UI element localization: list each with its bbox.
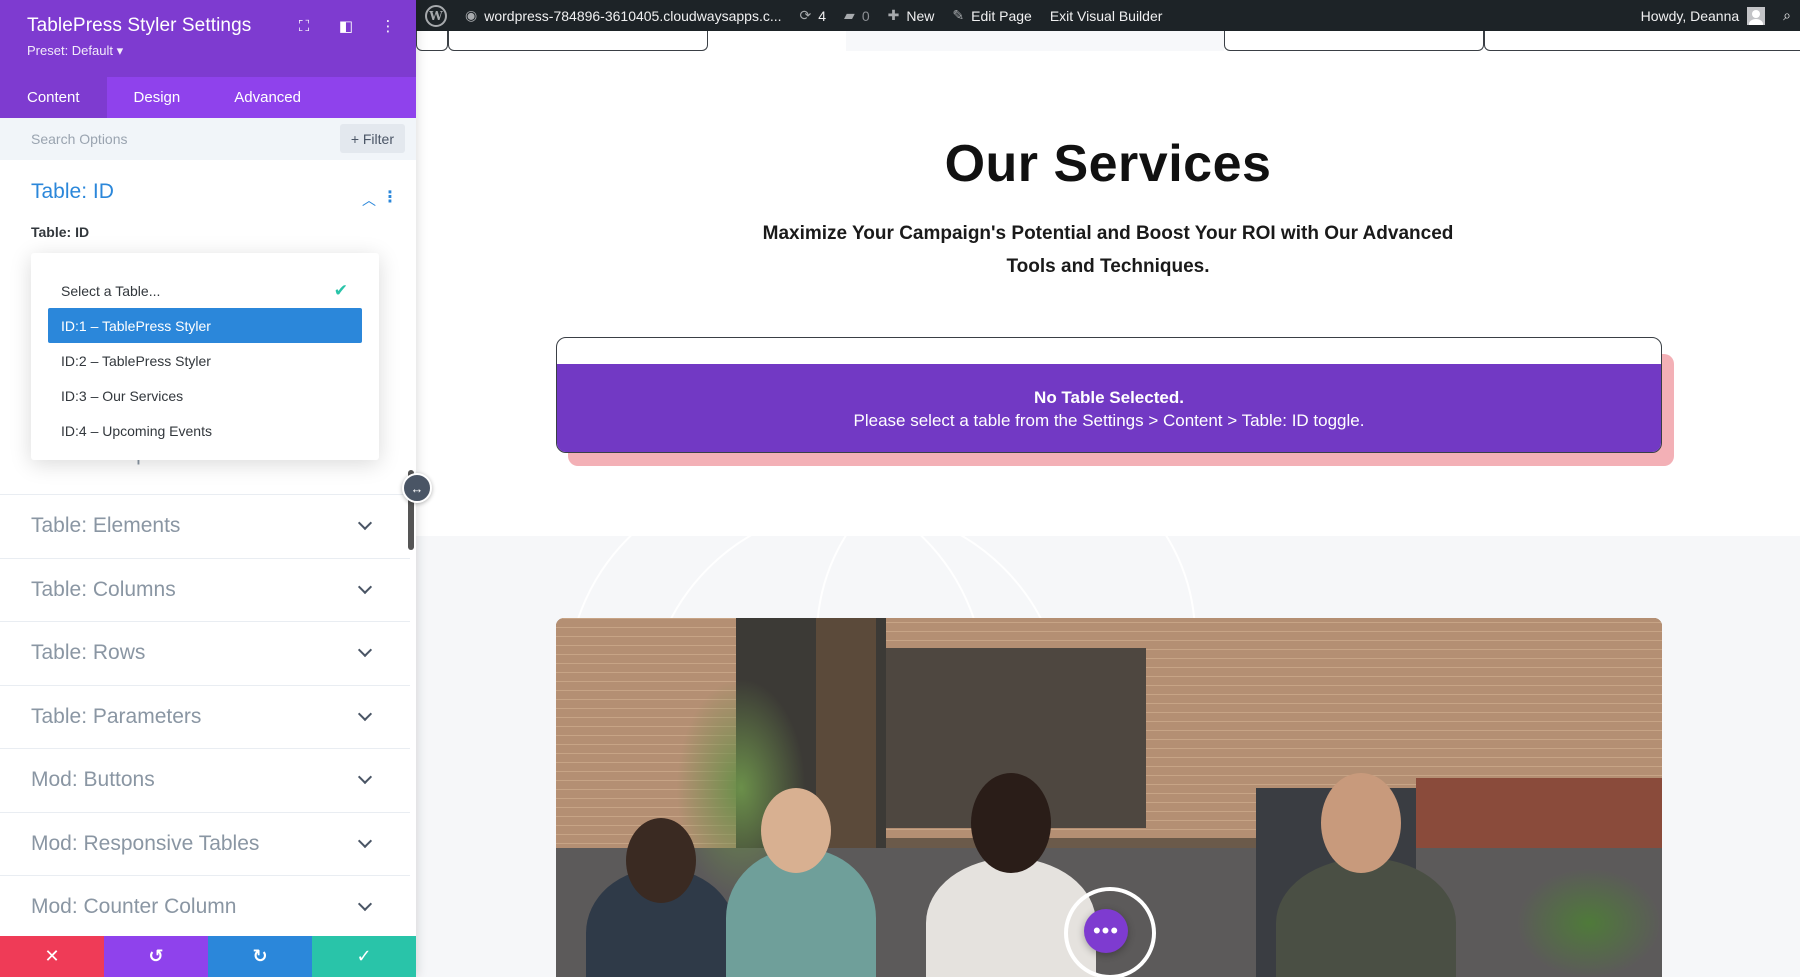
save-button[interactable]: ✓ [312,936,416,977]
photo-person [761,788,831,873]
undo-button[interactable]: ↺ [104,936,208,977]
option-label: Select a Table... [61,282,161,299]
section-mod-counter-column[interactable]: Mod: Counter Column [0,876,410,940]
photo-plant [1516,868,1662,977]
chevron-down-icon [357,833,373,848]
notice-title: No Table Selected. [1034,388,1184,407]
no-table-notice: No Table Selected. Please select a table… [557,364,1661,452]
section-label: Mod: Counter Column [31,895,237,919]
dropdown-option[interactable]: ID:2 – TablePress Styler [48,343,362,378]
new-content-link[interactable]: ✚ New [879,0,944,31]
edit-page-link[interactable]: ✎ Edit Page [943,0,1040,31]
decor-tab [448,31,708,51]
photo-person [971,773,1051,873]
panel-tabs: Content Design Advanced [0,77,416,118]
search-options-input[interactable] [31,131,301,147]
notice-body: Please select a table from the Settings … [853,411,1365,430]
section-table-parameters[interactable]: Table: Parameters [0,686,410,749]
settings-sections: Table: Setup Table: Elements Table: Colu… [0,433,410,940]
dropdown-option[interactable]: Select a Table... ✔ [48,273,362,308]
section-mod-buttons[interactable]: Mod: Buttons [0,749,410,813]
check-icon: ✔ [333,280,348,300]
wordpress-logo[interactable]: W [416,0,456,31]
tab-content[interactable]: Content [0,77,107,118]
builder-menu-button[interactable]: ••• [1084,909,1128,953]
admin-bar-right: Howdy, Deanna ⌕ [1632,0,1800,31]
new-label: New [906,7,935,24]
panel-resize-handle[interactable]: ↔ [402,473,432,503]
chevron-down-icon [357,579,373,594]
tab-design[interactable]: Design [107,77,208,118]
section-label: Mod: Responsive Tables [31,831,260,855]
preset-selector[interactable]: Preset: Default ▾ [27,43,389,59]
dropdown-option-selected[interactable]: ID:1 – TablePress Styler [48,308,362,343]
section-label: Table: Rows [31,641,146,665]
fullscreen-icon[interactable]: ⛶ [294,16,314,36]
redo-button[interactable]: ↻ [208,936,312,977]
filter-button[interactable]: + Filter [339,124,405,153]
section-label: Mod: Buttons [31,768,155,792]
dashboard-icon: ◉ [465,7,478,23]
site-name-link[interactable]: ◉ wordpress-784896-3610405.cloudwaysapps… [456,0,791,31]
settings-panel: TablePress Styler Settings Preset: Defau… [0,0,416,977]
builder-canvas: Our Services Maximize Your Campaign's Po… [416,31,1800,977]
wordpress-icon: W [425,4,447,27]
chevron-down-icon [357,642,373,658]
decor-tab [1484,31,1800,51]
comment-icon: ▰ [844,7,855,23]
section-label: Table: Elements [31,514,181,538]
refresh-icon: ⟳ [799,7,812,23]
howdy-label: Howdy, Deanna [1640,7,1740,24]
comments-link[interactable]: ▰ 0 [835,0,879,31]
discard-button[interactable]: ✕ [0,936,104,977]
chevron-down-icon [357,515,373,531]
more-options-icon[interactable]: ⋮ [378,16,398,36]
chevron-down-icon [357,769,373,785]
decor-tab [1224,31,1484,51]
page-title: Our Services [944,135,1272,193]
updates-link[interactable]: ⟳ 4 [791,0,836,31]
site-name: wordpress-784896-3610405.cloudwaysapps.c… [484,7,782,24]
panel-action-bar: ✕ ↺ ↻ ✓ [0,936,416,977]
decor-fill [846,31,1224,51]
edit-page-label: Edit Page [971,7,1032,24]
search-icon: ⌕ [1783,7,1791,23]
tablepress-module[interactable]: No Table Selected. Please select a table… [556,337,1662,453]
wp-admin-bar: W ◉ wordpress-784896-3610405.cloudwaysap… [416,0,1800,31]
photo-person [626,818,696,903]
chevron-down-icon [357,896,373,912]
panel-header: TablePress Styler Settings Preset: Defau… [0,0,416,77]
section-label: Table: Parameters [31,704,202,728]
dropdown-option[interactable]: ID:3 – Our Services [48,378,362,413]
header-decoration [416,31,1800,53]
user-account-link[interactable]: Howdy, Deanna [1632,0,1775,31]
section-options-icon[interactable]: ⋮ [382,187,398,207]
section-label: Table: Columns [31,577,176,601]
section-mod-responsive-tables[interactable]: Mod: Responsive Tables [0,813,410,876]
section-table-elements[interactable]: Table: Elements [0,495,410,559]
plus-icon: ✚ [887,7,900,23]
exit-visual-builder-link[interactable]: Exit Visual Builder [1041,0,1172,31]
page-subtitle: Maximize Your Campaign's Potential and B… [762,223,1454,277]
section-table-rows[interactable]: Table: Rows [0,622,410,686]
section-title[interactable]: Table: ID [31,160,416,204]
section-table-columns[interactable]: Table: Columns [0,559,410,622]
photo-person [1276,858,1456,977]
chevron-down-icon [357,706,373,721]
pencil-icon: ✎ [952,7,965,23]
search-row: + Filter [0,118,416,160]
field-label-table-id: Table: ID [31,224,90,240]
split-view-icon[interactable]: ◧ [336,16,356,36]
tab-advanced[interactable]: Advanced [207,77,328,118]
decor-tab [416,31,448,51]
table-select-dropdown: Select a Table... ✔ ID:1 – TablePress St… [31,253,379,460]
admin-search[interactable]: ⌕ [1774,0,1800,31]
avatar [1747,6,1766,25]
chevron-up-icon[interactable]: ︿ [362,190,376,210]
comments-count: 0 [861,7,870,24]
updates-count: 4 [818,7,827,24]
dropdown-option[interactable]: ID:4 – Upcoming Events [48,413,362,448]
photo-person [1321,773,1401,873]
header-icons: ⛶ ◧ ⋮ [294,16,398,36]
